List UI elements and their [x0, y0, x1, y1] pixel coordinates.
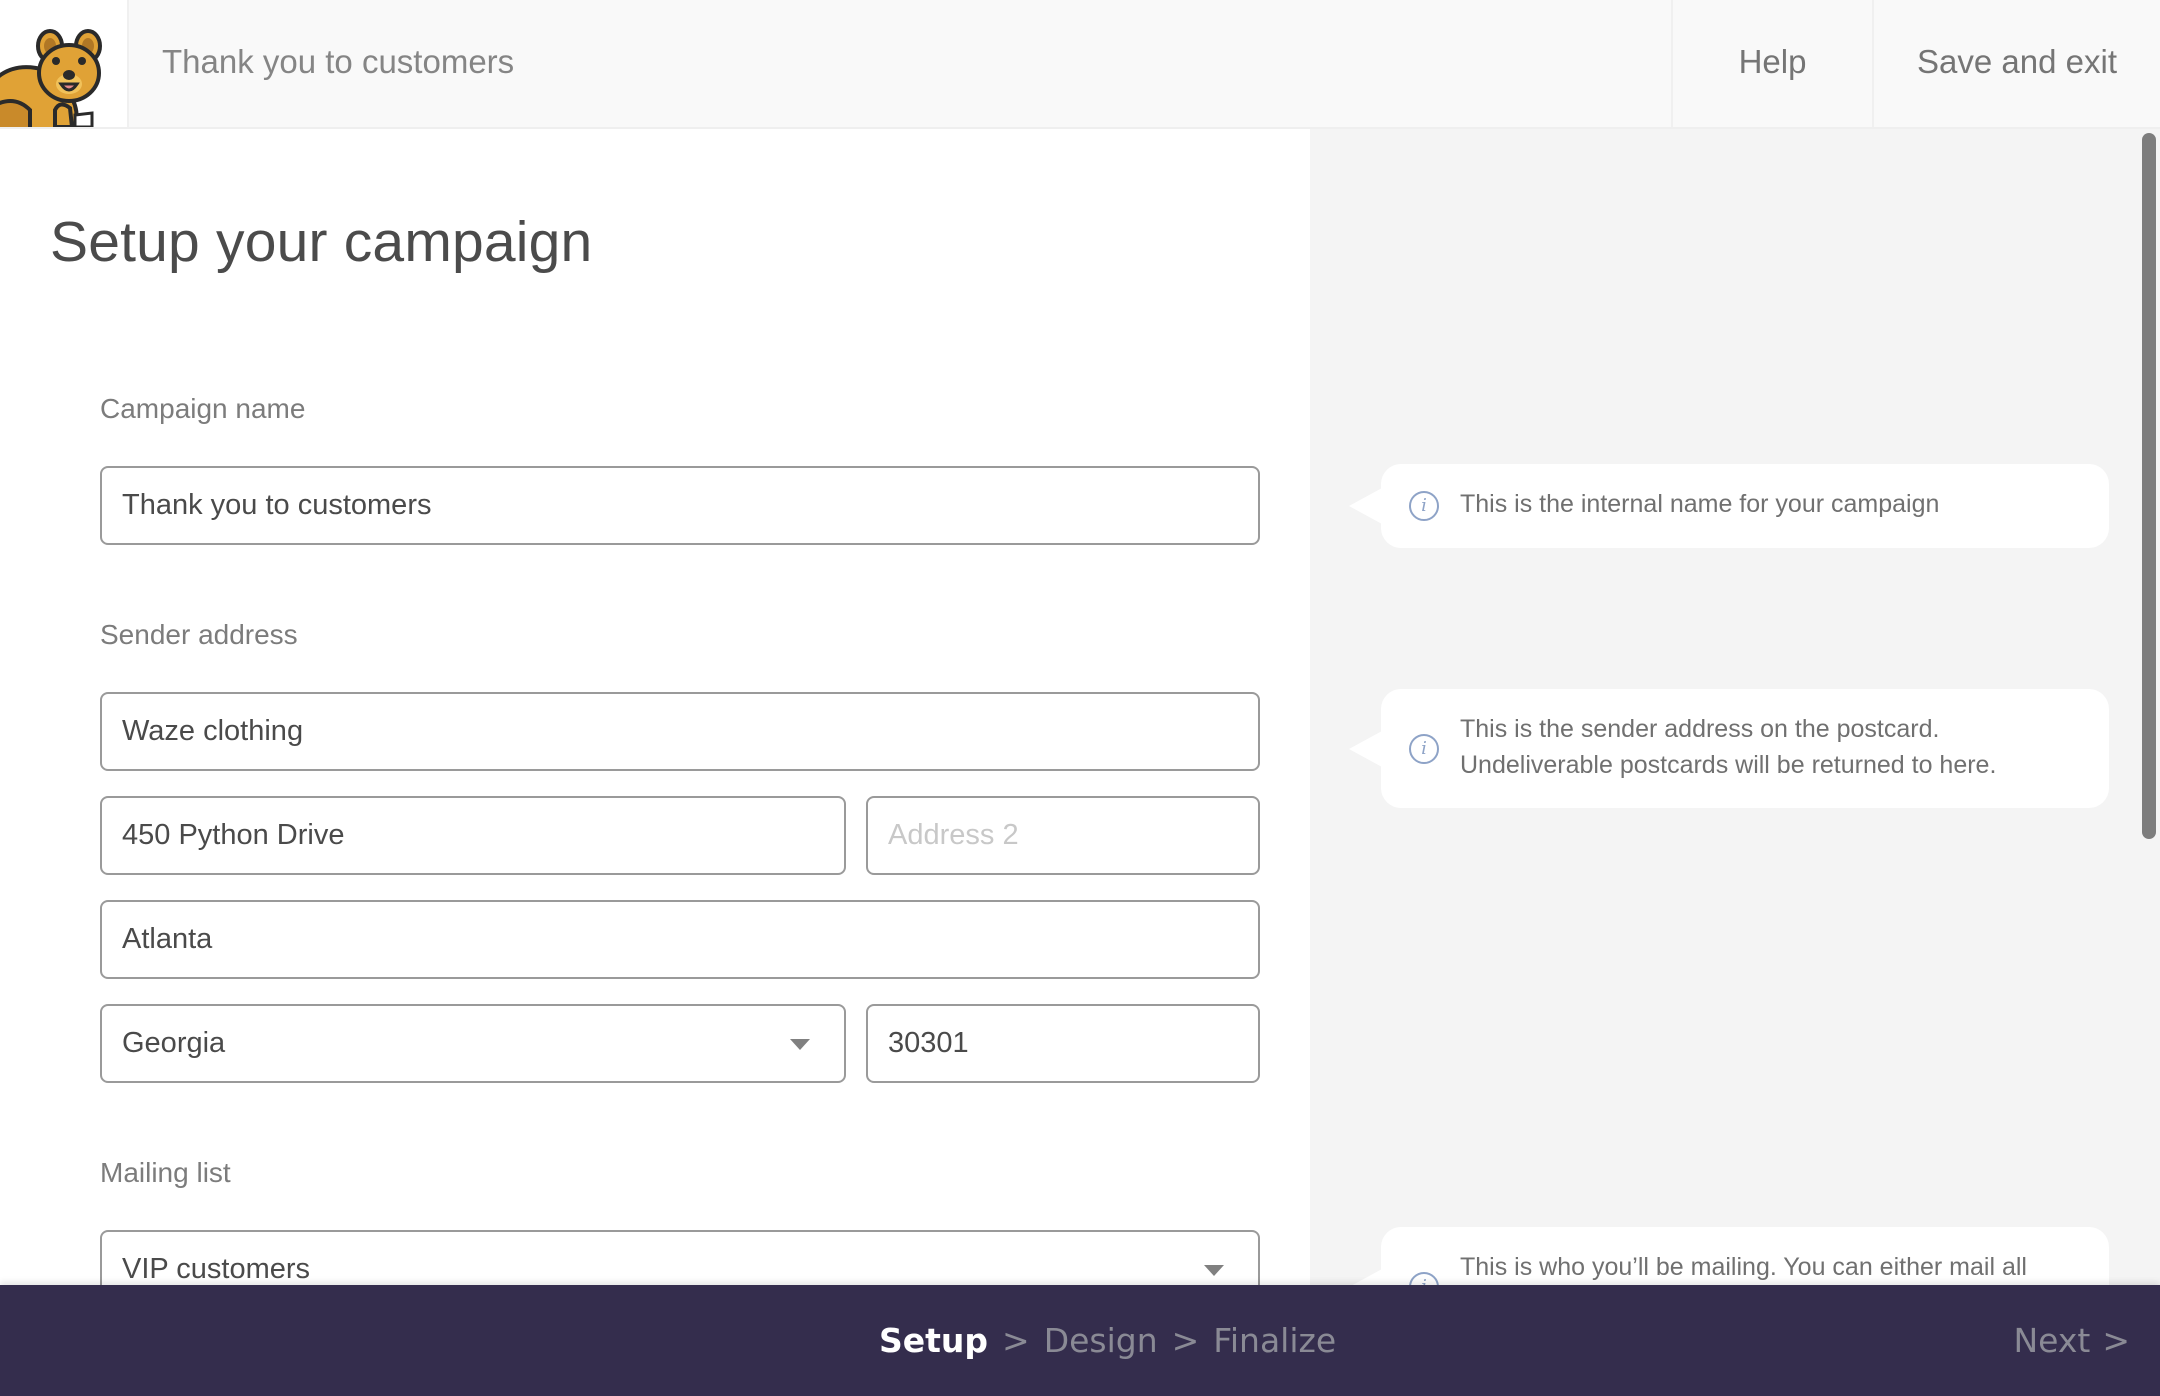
setup-form: Setup your campaign Campaign name Thank …	[0, 129, 1310, 1285]
next-button-label: Next	[2013, 1321, 2091, 1360]
help-button[interactable]: Help	[1671, 0, 1872, 127]
scrollbar-thumb[interactable]	[2142, 133, 2156, 839]
next-button[interactable]: Next >	[2013, 1285, 2130, 1396]
zip-input[interactable]: 30301	[866, 1004, 1260, 1083]
mailing-list-select-value: VIP customers	[122, 1253, 311, 1285]
step-design[interactable]: Design	[1044, 1321, 1158, 1360]
campaign-name-tip-text: This is the internal name for your campa…	[1460, 490, 1940, 518]
campaign-title: Thank you to customers	[162, 43, 515, 80]
chevron-right-icon: >	[2102, 1321, 2130, 1360]
quokka-logo-icon	[0, 29, 102, 127]
chevron-right-icon: >	[1171, 1321, 1200, 1360]
address-line2-input[interactable]: Address 2	[866, 796, 1260, 875]
logo[interactable]	[0, 0, 129, 127]
mailing-list-tip: i This is who you’ll be mailing. You can…	[1349, 1227, 2109, 1285]
top-bar: Thank you to customers Help Save and exi…	[0, 0, 2160, 129]
wizard-footer: Setup > Design > Finalize Next >	[0, 1285, 2160, 1396]
sender-name-input[interactable]: Waze clothing	[100, 692, 1260, 771]
help-panel: i This is the internal name for your cam…	[1310, 129, 2160, 1285]
sender-address-tip: i This is the sender address on the post…	[1349, 689, 2109, 808]
mailing-list-tip-text: This is who you’ll be mailing. You can e…	[1460, 1253, 2027, 1281]
campaign-name-input[interactable]: Thank you to customers	[100, 466, 1260, 545]
info-icon: i	[1409, 491, 1439, 521]
address-line1-input[interactable]: 450 Python Drive	[100, 796, 846, 875]
info-icon: i	[1409, 734, 1439, 764]
chevron-right-icon: >	[1002, 1321, 1030, 1360]
mailing-list-label: Mailing list	[100, 1157, 231, 1188]
sender-address-tip-text: This is the sender address on the postca…	[1460, 715, 1997, 779]
state-select-value: Georgia	[122, 1027, 226, 1059]
city-input[interactable]: Atlanta	[100, 900, 1260, 979]
step-finalize[interactable]: Finalize	[1213, 1321, 1336, 1360]
state-select[interactable]: Georgia	[100, 1004, 846, 1083]
chevron-down-icon	[1204, 1265, 1224, 1276]
sender-address-label: Sender address	[100, 619, 298, 650]
campaign-name-label: Campaign name	[100, 393, 306, 424]
chevron-down-icon	[790, 1039, 810, 1050]
campaign-name-tip: i This is the internal name for your cam…	[1349, 464, 2109, 548]
page-title: Setup your campaign	[50, 210, 593, 274]
info-icon: i	[1409, 1272, 1439, 1285]
mailing-list-select[interactable]: VIP customers	[100, 1230, 1260, 1285]
step-breadcrumb: Setup > Design > Finalize	[879, 1285, 1336, 1396]
step-setup[interactable]: Setup	[879, 1321, 988, 1360]
save-and-exit-button[interactable]: Save and exit	[1872, 0, 2160, 127]
